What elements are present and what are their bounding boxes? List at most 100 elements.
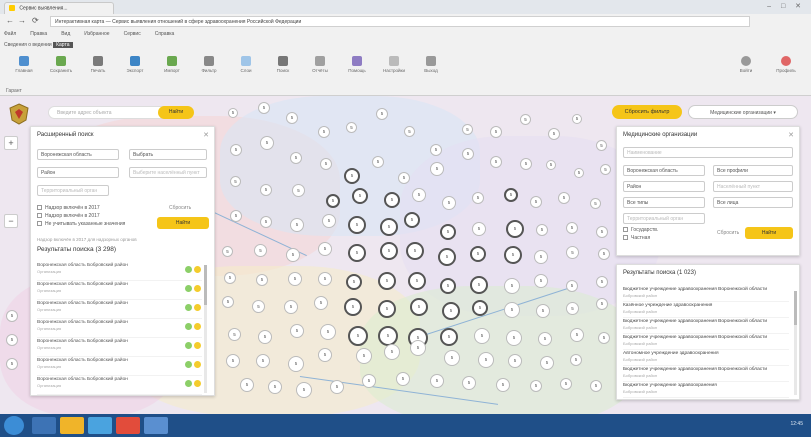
map-cluster-marker[interactable]: 5 [520,158,532,170]
map-cluster-marker[interactable]: 5 [408,272,426,290]
checkbox-icon[interactable] [37,205,42,211]
map-cluster-marker[interactable]: 5 [228,328,241,341]
taskbar-app-icon[interactable] [60,417,84,434]
result-item[interactable]: Воронежская область Бобровский район Орга… [37,339,202,357]
map-cluster-marker[interactable]: 5 [380,218,398,236]
map-cluster-marker[interactable]: 5 [530,196,542,208]
bookmark-selected[interactable]: Карта [53,42,73,48]
map-cluster-marker[interactable]: 5 [462,376,476,390]
toolbar-button[interactable]: Профиль [768,56,804,84]
map-cluster-marker[interactable]: 5 [222,246,233,257]
address-bar[interactable]: Интерактивная карта — Сервис выявления о… [50,16,750,27]
map-cluster-marker[interactable]: 5 [6,358,18,370]
checkbox-icon[interactable] [37,213,42,219]
checkbox-icon[interactable] [623,227,628,233]
map-cluster-marker[interactable]: 5 [410,298,428,316]
menu-item[interactable]: Правка [30,31,47,37]
toolbar-button[interactable]: Войти [728,56,764,84]
scrollbar[interactable] [204,265,207,393]
map-cluster-marker[interactable]: 5 [6,334,18,346]
checkbox-row[interactable]: Надзор включён в 2017 [37,205,100,211]
map-cluster-marker[interactable]: 5 [504,302,520,318]
map-cluster-marker[interactable]: 5 [570,328,584,342]
map-cluster-marker[interactable]: 5 [470,276,488,294]
zoom-out-button[interactable]: − [4,214,18,228]
result-item[interactable]: Воронежская область Бобровский район Орга… [37,282,202,300]
map-cluster-marker[interactable]: 5 [384,344,400,360]
map-cluster-marker[interactable]: 5 [396,372,410,386]
map-cluster-marker[interactable]: 5 [472,300,488,316]
map-cluster-marker[interactable]: 5 [6,310,18,322]
map-cluster-marker[interactable]: 5 [228,108,238,118]
back-button[interactable]: ← [6,16,14,25]
map-cluster-marker[interactable]: 5 [430,162,444,176]
toolbar-button[interactable]: Выход [413,56,449,84]
menu-item[interactable]: Сервис [124,31,141,37]
map-cluster-marker[interactable]: 5 [222,296,234,308]
map-cluster-marker[interactable]: 5 [320,324,336,340]
result-item[interactable]: Казённое учреждение здравоохранения Бобро… [623,303,789,318]
map-cluster-marker[interactable]: 5 [490,156,502,168]
map-cluster-marker[interactable]: 5 [376,108,388,120]
map-cluster-marker[interactable]: 5 [288,272,302,286]
map-cluster-marker[interactable]: 5 [384,192,400,208]
map-cluster-marker[interactable]: 5 [440,278,456,294]
map-cluster-marker[interactable]: 5 [496,378,510,392]
map-cluster-marker[interactable]: 5 [566,302,579,315]
map-cluster-marker[interactable]: 5 [330,380,344,394]
toolbar-button[interactable]: Фильтр [191,56,227,84]
map-cluster-marker[interactable]: 5 [472,192,484,204]
map-cluster-marker[interactable]: 5 [290,152,302,164]
map-cluster-marker[interactable]: 5 [362,374,376,388]
reset-filter-button[interactable]: Сбросить фильтр [612,105,682,119]
map-cluster-marker[interactable]: 5 [472,222,486,236]
area-field[interactable]: Район [37,167,119,178]
map-cluster-marker[interactable]: 5 [442,302,460,320]
map-cluster-marker[interactable]: 5 [326,194,340,208]
taskbar-app-icon[interactable] [144,417,168,434]
map-cluster-marker[interactable]: 5 [224,272,236,284]
map-cluster-marker[interactable]: 5 [404,126,415,137]
map-cluster-marker[interactable]: 5 [600,164,611,175]
toolbar-button[interactable]: Импорт [154,56,190,84]
map-cluster-marker[interactable]: 5 [290,324,304,338]
map-cluster-marker[interactable]: 5 [318,272,332,286]
result-item[interactable]: Бюджетное учреждение здравоохранения Вор… [623,319,789,334]
toolbar-button[interactable]: Экспорт [117,56,153,84]
result-item[interactable]: Воронежская область Бобровский район Орга… [37,301,202,319]
map-cluster-marker[interactable]: 5 [268,380,282,394]
menu-item[interactable]: Справка [155,31,175,37]
checkbox-icon[interactable] [623,235,628,241]
start-button[interactable] [4,416,24,435]
result-item[interactable]: Воронежская область Бобровский район Орга… [37,320,202,338]
district-select[interactable]: Выбрать [129,149,207,160]
map-cluster-marker[interactable]: 5 [540,356,554,370]
menu-item[interactable]: Файл [4,31,16,37]
map-cluster-marker[interactable]: 5 [520,114,531,125]
menu-item[interactable]: Вид [61,31,70,37]
toolbar-button[interactable]: Настройки [376,56,412,84]
map-cluster-marker[interactable]: 5 [398,172,410,184]
map-cluster-marker[interactable]: 5 [566,246,579,259]
map-cluster-marker[interactable]: 5 [344,168,360,184]
district-select[interactable]: Район [623,181,705,192]
map-cluster-marker[interactable]: 5 [596,140,607,151]
toolbar-button[interactable]: Слои [228,56,264,84]
map-cluster-marker[interactable]: 5 [378,272,396,290]
map-cluster-marker[interactable]: 5 [548,128,560,140]
persons-select[interactable]: Все лица [713,197,793,208]
map-cluster-marker[interactable]: 5 [534,274,548,288]
reset-link[interactable]: Сбросить [169,205,191,211]
map-cluster-marker[interactable]: 5 [348,216,366,234]
map-cluster-marker[interactable]: 5 [440,224,456,240]
region-select[interactable]: Воронежская область [623,165,705,176]
map-cluster-marker[interactable]: 5 [230,176,241,187]
map-cluster-marker[interactable]: 5 [474,328,490,344]
menu-item[interactable]: Избранное [84,31,109,37]
map-cluster-marker[interactable]: 5 [566,222,578,234]
map-cluster-marker[interactable]: 5 [284,300,298,314]
window-controls[interactable]: ‒ □ ✕ [767,2,805,10]
result-item[interactable]: Бюджетное учреждение здравоохранения Вор… [623,367,789,382]
map-cluster-marker[interactable]: 5 [508,354,522,368]
map-cluster-marker[interactable]: 5 [438,248,456,266]
